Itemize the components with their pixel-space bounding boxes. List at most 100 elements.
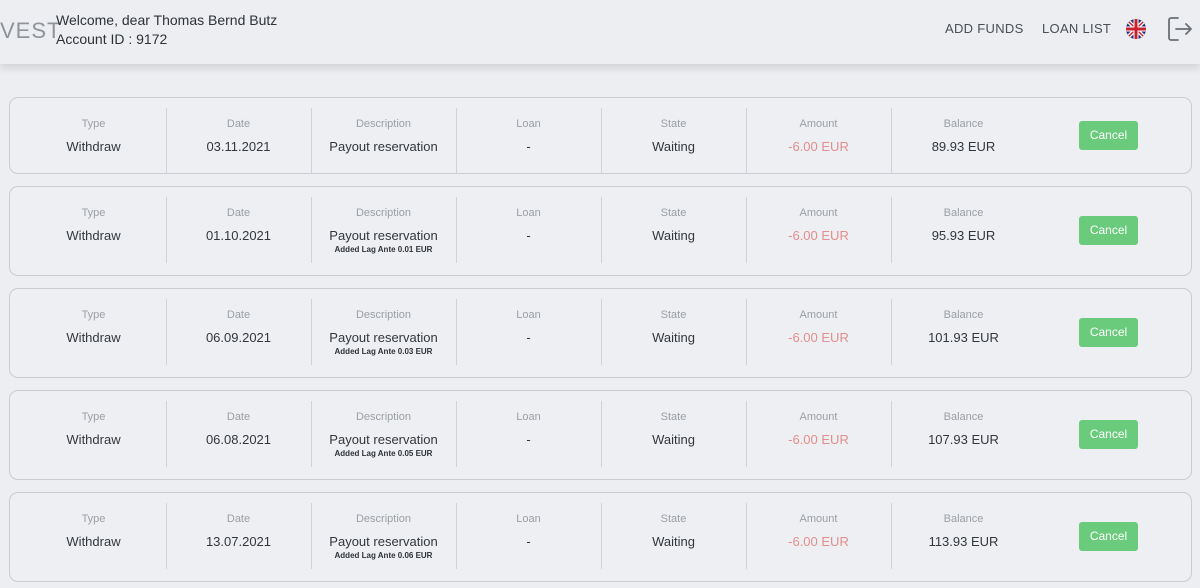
cancel-button[interactable]: Cancel [1079, 121, 1138, 150]
description-label: Description [355, 207, 412, 219]
cancel-button[interactable]: Cancel [1079, 318, 1138, 347]
description-label: Description [355, 309, 412, 321]
state-cell: State Waiting [601, 401, 747, 467]
amount-label: Amount [799, 411, 838, 423]
balance-value: 113.93 EUR [928, 534, 999, 549]
type-cell: Type Withdraw [21, 401, 167, 467]
cancel-button[interactable]: Cancel [1079, 420, 1138, 449]
welcome-block: Welcome, dear Thomas Bernd Butz Account … [56, 11, 277, 49]
date-value: 13.07.2021 [205, 534, 272, 549]
brand-logo[interactable]: VEST [0, 18, 61, 44]
description-cell: Description Payout reservation Added Lag… [311, 401, 457, 467]
balance-value: 107.93 EUR [928, 432, 999, 447]
description-label: Description [355, 411, 412, 423]
description-value: Payout reservation [329, 432, 438, 447]
balance-cell: Balance 101.93 EUR [891, 299, 1036, 365]
amount-value: -6.00 EUR [788, 228, 849, 243]
date-label: Date [226, 118, 251, 130]
amount-value: -6.00 EUR [788, 534, 849, 549]
balance-cell: Balance 89.93 EUR [891, 108, 1036, 174]
loan-cell: Loan - [456, 503, 602, 569]
loan-label: Loan [516, 309, 541, 321]
balance-cell: Balance 107.93 EUR [891, 401, 1036, 467]
state-cell: State Waiting [601, 503, 747, 569]
loan-cell: Loan - [456, 108, 602, 174]
balance-label: Balance [943, 309, 984, 321]
transaction-row: Type Withdraw Date 03.11.2021 Descriptio… [9, 97, 1192, 174]
balance-cell: Balance 113.93 EUR [891, 503, 1036, 569]
welcome-text: Welcome, dear Thomas Bernd Butz [56, 12, 278, 28]
transaction-row: Type Withdraw Date 13.07.2021 Descriptio… [9, 492, 1192, 582]
loan-list-link[interactable]: LOAN LIST [1042, 21, 1111, 36]
state-label: State [660, 207, 687, 219]
transaction-row: Type Withdraw Date 01.10.2021 Descriptio… [9, 186, 1192, 276]
balance-value: 89.93 EUR [931, 139, 996, 154]
state-cell: State Waiting [601, 299, 747, 365]
amount-cell: Amount -6.00 EUR [746, 108, 892, 174]
description-value: Payout reservation [329, 139, 438, 154]
transaction-row: Type Withdraw Date 06.08.2021 Descriptio… [9, 390, 1192, 480]
type-cell: Type Withdraw [21, 197, 167, 263]
loan-label: Loan [516, 513, 541, 525]
balance-label: Balance [943, 411, 984, 423]
amount-cell: Amount -6.00 EUR [746, 503, 892, 569]
loan-label: Loan [516, 207, 541, 219]
description-cell: Description Payout reservation Added Lag… [311, 197, 457, 263]
date-value: 03.11.2021 [206, 139, 271, 154]
add-funds-link[interactable]: ADD FUNDS [945, 21, 1024, 36]
loan-value: - [526, 139, 531, 154]
date-label: Date [226, 513, 251, 525]
description-note: Added Lag Ante 0.01 EUR [334, 245, 433, 254]
description-note: Added Lag Ante 0.05 EUR [334, 449, 433, 458]
amount-label: Amount [799, 513, 838, 525]
date-cell: Date 06.09.2021 [166, 299, 312, 365]
date-cell: Date 03.11.2021 [166, 108, 312, 174]
type-label: Type [81, 118, 106, 130]
logout-icon[interactable] [1167, 16, 1193, 42]
description-value: Payout reservation [329, 330, 438, 345]
balance-label: Balance [943, 207, 984, 219]
balance-label: Balance [943, 118, 984, 130]
account-id: Account ID : 9172 [56, 31, 168, 47]
date-cell: Date 06.08.2021 [166, 401, 312, 467]
uk-flag-icon[interactable] [1126, 19, 1146, 39]
type-value: Withdraw [66, 139, 121, 154]
state-label: State [660, 118, 687, 130]
state-label: State [660, 411, 687, 423]
state-label: State [660, 309, 687, 321]
loan-cell: Loan - [456, 401, 602, 467]
type-cell: Type Withdraw [21, 299, 167, 365]
cancel-button[interactable]: Cancel [1079, 216, 1138, 245]
type-value: Withdraw [66, 432, 121, 447]
description-label: Description [355, 513, 412, 525]
state-cell: State Waiting [601, 197, 747, 263]
type-value: Withdraw [66, 330, 121, 345]
state-cell: State Waiting [601, 108, 747, 174]
type-label: Type [81, 309, 106, 321]
transaction-row: Type Withdraw Date 06.09.2021 Descriptio… [9, 288, 1192, 378]
description-value: Payout reservation [329, 534, 438, 549]
loan-value: - [526, 534, 531, 549]
date-value: 06.08.2021 [205, 432, 272, 447]
type-cell: Type Withdraw [21, 503, 167, 569]
amount-value: -6.00 EUR [788, 330, 849, 345]
date-value: 06.09.2021 [205, 330, 272, 345]
type-label: Type [81, 411, 106, 423]
top-header: VEST Welcome, dear Thomas Bernd Butz Acc… [0, 0, 1200, 64]
date-cell: Date 01.10.2021 [166, 197, 312, 263]
balance-value: 101.93 EUR [928, 330, 999, 345]
type-cell: Type Withdraw [21, 108, 167, 174]
cancel-button[interactable]: Cancel [1079, 522, 1138, 551]
amount-label: Amount [799, 118, 838, 130]
state-value: Waiting [652, 228, 695, 243]
loan-cell: Loan - [456, 299, 602, 365]
balance-cell: Balance 95.93 EUR [891, 197, 1036, 263]
description-value: Payout reservation [329, 228, 438, 243]
date-value: 01.10.2021 [205, 228, 272, 243]
description-cell: Description Payout reservation [311, 108, 457, 174]
amount-label: Amount [799, 207, 838, 219]
description-label: Description [355, 118, 412, 130]
amount-cell: Amount -6.00 EUR [746, 299, 892, 365]
loan-value: - [526, 228, 531, 243]
state-value: Waiting [652, 139, 695, 154]
